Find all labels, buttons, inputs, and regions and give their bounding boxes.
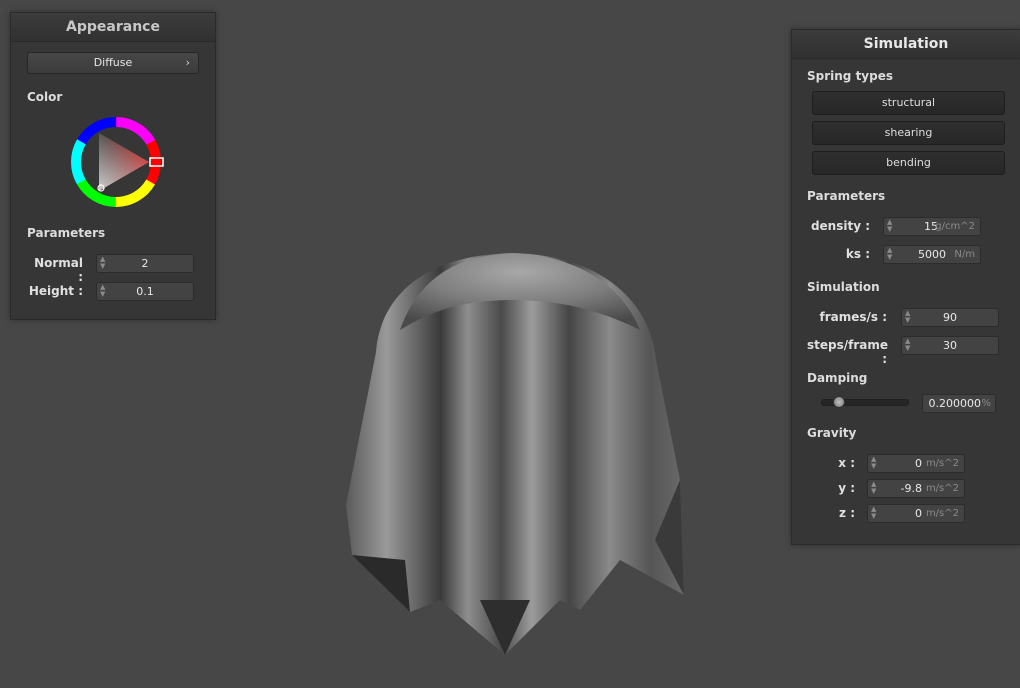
density-label: density : bbox=[810, 219, 870, 233]
steps-label: steps/frame : bbox=[807, 338, 889, 366]
bending-button[interactable]: bending bbox=[812, 151, 1005, 175]
height-value: 0.1 bbox=[136, 285, 154, 298]
gravity-x-value: 0 bbox=[915, 457, 922, 470]
gravity-z-value: 0 bbox=[915, 507, 922, 520]
simulation-panel-title[interactable]: Simulation bbox=[792, 30, 1020, 59]
normal-input[interactable]: ▲ ▼ 2 bbox=[96, 254, 194, 273]
simulation-section-label: Simulation bbox=[807, 280, 880, 294]
gravity-z-input[interactable]: ▲ ▼ 0 m/s^2 bbox=[867, 504, 965, 523]
gravity-y-value: -9.8 bbox=[900, 482, 922, 495]
structural-button[interactable]: structural bbox=[812, 91, 1005, 115]
height-label: Height : bbox=[28, 284, 83, 298]
normal-label: Normal : bbox=[34, 256, 83, 284]
appearance-panel-title[interactable]: Appearance bbox=[11, 13, 215, 42]
gravity-y-label: y : bbox=[838, 481, 855, 495]
normal-value: 2 bbox=[141, 257, 149, 270]
density-unit: g/cm^2 bbox=[935, 221, 975, 232]
frames-label: frames/s : bbox=[819, 310, 887, 324]
color-section-label: Color bbox=[27, 90, 63, 104]
appearance-parameters-label: Parameters bbox=[27, 226, 106, 240]
shearing-button[interactable]: shearing bbox=[812, 121, 1005, 145]
gravity-y-unit: m/s^2 bbox=[925, 483, 959, 494]
gravity-y-input[interactable]: ▲ ▼ -9.8 m/s^2 bbox=[867, 479, 965, 498]
sim-parameters-label: Parameters bbox=[807, 189, 886, 203]
height-input[interactable]: ▲ ▼ 0.1 bbox=[96, 282, 194, 301]
cloth-mesh bbox=[346, 253, 684, 655]
color-wheel[interactable] bbox=[68, 114, 164, 210]
steps-value: 30 bbox=[943, 339, 957, 352]
spinner-icon[interactable]: ▲ ▼ bbox=[887, 219, 892, 233]
spinner-icon[interactable]: ▲ ▼ bbox=[871, 481, 876, 495]
frames-input[interactable]: ▲ ▼ 90 bbox=[901, 308, 999, 327]
damping-input[interactable]: 0.200000 % bbox=[922, 394, 996, 413]
shader-dropdown[interactable]: Diffuse › bbox=[27, 52, 199, 74]
damping-unit: % bbox=[981, 398, 991, 409]
damping-label: Damping bbox=[807, 371, 868, 385]
appearance-panel: Appearance Diffuse › Color Parameters No… bbox=[10, 12, 216, 320]
ks-unit: N/m bbox=[954, 249, 975, 260]
simulation-panel: Simulation Spring types structural shear… bbox=[791, 29, 1020, 545]
density-input[interactable]: ▲ ▼ 15 g/cm^2 bbox=[883, 217, 981, 236]
gravity-x-label: x : bbox=[838, 456, 855, 470]
ks-input[interactable]: ▲ ▼ 5000 N/m bbox=[883, 245, 981, 264]
ks-label: ks : bbox=[845, 247, 870, 261]
gravity-x-unit: m/s^2 bbox=[925, 458, 959, 469]
ks-value: 5000 bbox=[918, 248, 946, 261]
damping-value: 0.200000 bbox=[928, 397, 982, 410]
gravity-label: Gravity bbox=[807, 426, 857, 440]
gravity-z-label: z : bbox=[839, 506, 855, 520]
spring-types-label: Spring types bbox=[807, 69, 894, 83]
spinner-icon[interactable]: ▲ ▼ bbox=[871, 456, 876, 470]
chevron-right-icon: › bbox=[185, 56, 190, 69]
steps-input[interactable]: ▲ ▼ 30 bbox=[901, 336, 999, 355]
gravity-x-input[interactable]: ▲ ▼ 0 m/s^2 bbox=[867, 454, 965, 473]
spinner-icon[interactable]: ▲ ▼ bbox=[887, 247, 892, 261]
gravity-z-unit: m/s^2 bbox=[925, 508, 959, 519]
frames-value: 90 bbox=[943, 311, 957, 324]
spinner-icon[interactable]: ▲ ▼ bbox=[871, 506, 876, 520]
damping-slider-handle[interactable] bbox=[833, 396, 845, 408]
shader-dropdown-label: Diffuse bbox=[93, 56, 133, 69]
